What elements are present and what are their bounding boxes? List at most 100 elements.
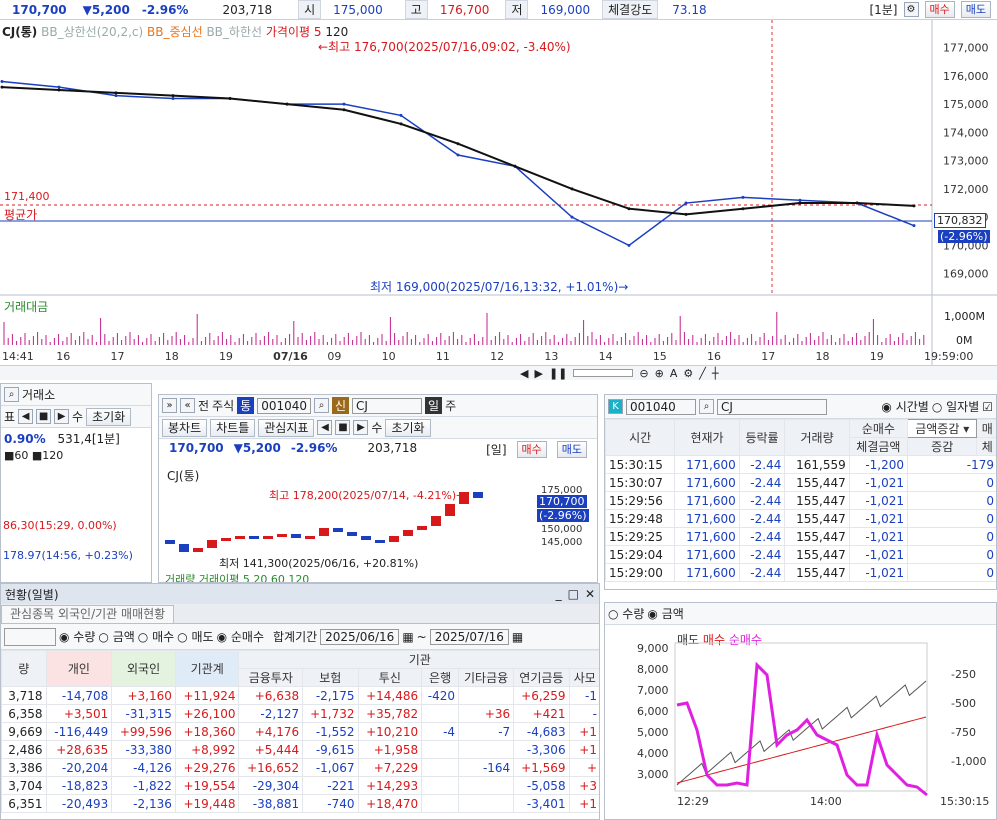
stop-icon[interactable]: ■ — [36, 409, 52, 424]
right-code-input[interactable]: 001040 — [626, 398, 696, 415]
mid-tb-stock[interactable]: 주식 — [212, 397, 234, 414]
table-row[interactable]: 15:29:25 171,600 -2.44 155,447 -1,021 0 — [605, 527, 996, 546]
mid-sell-button[interactable]: 매도 — [556, 441, 587, 458]
maximize-icon[interactable]: □ — [568, 587, 579, 601]
series-point — [741, 195, 745, 199]
mid-name[interactable]: CJ — [352, 397, 423, 414]
table-row[interactable]: 3,386 -20,204 -4,126 +29,276 +16,652 -1,067 +7… — [1, 758, 599, 777]
cross-tool-icon[interactable]: ┼ — [712, 367, 719, 380]
table-row[interactable]: 15:30:07 171,600 -2.44 155,447 -1,021 0 — [605, 473, 996, 492]
candle — [403, 530, 413, 536]
table-row[interactable]: 3,704 -18,823 -1,822 +19,554 -29,304 -221 +14,… — [1, 776, 599, 795]
table-row[interactable]: 15:29:56 171,600 -2.44 155,447 -1,021 0 — [605, 491, 996, 510]
stop-icon[interactable]: ■ — [335, 420, 351, 435]
mid-tb-num[interactable]: 수 — [371, 419, 382, 436]
next-icon[interactable]: ▶ — [54, 409, 70, 424]
table-row[interactable]: 15:29:00 171,600 -2.44 155,447 -1,021 0 — [605, 563, 996, 582]
legend-bb-upper[interactable]: BB_상한선(20,2,c) — [41, 25, 143, 39]
radio-time[interactable]: ◉ 시간별 — [881, 398, 928, 415]
left-chart-panel[interactable]: ⌕ 거래소 표 ◀ ■ ▶ 수 초기화 0.90% 531,4[1분] ■60 ■120 8… — [0, 383, 152, 583]
legend-ma-120[interactable]: 120 — [325, 25, 348, 39]
gear-icon[interactable]: ⚙ — [903, 2, 919, 17]
radio-qty[interactable]: ○ 수량 — [608, 605, 644, 622]
indicator-button[interactable]: 관심지표 — [258, 418, 315, 437]
date-from[interactable]: 2025/06/16 — [320, 628, 400, 645]
radio-sell[interactable]: ○ 매도 — [177, 628, 213, 645]
mid-tb-tong[interactable]: 통 — [237, 397, 255, 414]
bottom-code-input[interactable] — [4, 627, 56, 646]
chart-frame-button[interactable]: 차트틀 — [210, 418, 256, 437]
search-icon[interactable]: ⌕ — [4, 387, 19, 402]
table-cell: - — [568, 704, 599, 723]
pause-icon[interactable]: ❚❚ — [549, 367, 567, 380]
radio-amt[interactable]: ◉ 금액 — [647, 605, 683, 622]
intraday-chart[interactable]: 177,000 176,000 175,000 174,000 173,000 172,0… — [0, 20, 997, 380]
table-row[interactable]: 3,718 -14,708 +3,160 +11,924 +6,638 -2,175 +14… — [1, 686, 599, 705]
mid-buy-button[interactable]: 매수 — [516, 441, 547, 458]
mid-reset-button[interactable]: 초기화 — [385, 418, 431, 437]
candle-button[interactable]: 봉차트 — [162, 418, 208, 437]
k-icon[interactable]: K — [608, 399, 623, 414]
left-reset-button[interactable]: 초기화 — [86, 407, 132, 426]
day-button[interactable]: 일 — [425, 397, 443, 414]
text-tool-icon[interactable]: A — [670, 367, 678, 380]
settings-icon[interactable]: ⚙ — [683, 367, 693, 380]
table-row[interactable]: 9,669 -116,449 +99,596 +18,360 +4,176 -1,552 +… — [1, 722, 599, 741]
table-cell: -740 — [302, 794, 359, 813]
legend-bb-mid[interactable]: BB_중심선 — [147, 25, 203, 39]
expand-icon[interactable]: » — [162, 398, 177, 413]
legend-ma[interactable]: 가격이평 5 — [266, 25, 322, 39]
table-row[interactable]: 2,486 +28,635 -33,380 +8,992 +5,444 -9,615 +1,… — [1, 740, 599, 759]
calendar-icon[interactable]: ▦ — [402, 630, 413, 644]
prev-icon[interactable]: ◀ — [18, 409, 34, 424]
table-row[interactable]: 6,351 -20,493 -2,136 +19,448 -38,881 -740 +18,… — [1, 794, 599, 813]
radio-qty2[interactable]: ◉ 수량 — [59, 628, 95, 645]
legend-bb-lower[interactable]: BB_하한선 — [206, 25, 262, 39]
zoom-out-icon[interactable]: ⊖ — [639, 367, 648, 380]
table-row[interactable]: 15:30:15 171,600 -2.44 161,559 -1,200 -179 — [605, 455, 996, 474]
flow-chart-panel[interactable]: ○ 수량 ◉ 금액 매도 매수 순매수 9,000 8,000 7,000 6,000… — [604, 602, 997, 820]
search-icon[interactable]: ⌕ — [699, 399, 714, 414]
calendar-icon[interactable]: ▦ — [512, 630, 523, 644]
radio-net[interactable]: ◉ 순매수 — [217, 628, 264, 645]
checkbox-icon[interactable]: ☑ — [982, 400, 993, 414]
flow-y-right: -1,000 — [951, 755, 986, 768]
daily-chart-panel[interactable]: » « 전 주식 통 001040 ⌕ 신 CJ 일 주 봉차트 차트틀 관심지표… — [158, 394, 598, 583]
close-icon[interactable]: ✕ — [585, 587, 595, 601]
week-button[interactable]: 주 — [445, 397, 456, 414]
prev-icon[interactable]: ◀ — [317, 420, 333, 435]
buy-button[interactable]: 매수 — [924, 1, 955, 18]
table-cell: +6,638 — [238, 686, 304, 705]
y-tick-label: 176,000 — [943, 70, 989, 83]
tick-table-panel[interactable]: K 001040 ⌕ CJ ◉ 시간별 ○ 일자별 ☑ 시간 현재가 등락률 거… — [604, 394, 997, 590]
radio-date[interactable]: ○ 일자별 — [932, 398, 979, 415]
date-to[interactable]: 2025/07/16 — [429, 628, 509, 645]
sell-button[interactable]: 매도 — [960, 1, 991, 18]
scroll-left-icon[interactable]: ◀ — [520, 367, 528, 380]
radio-amt2[interactable]: ○ 금액 — [98, 628, 134, 645]
mid-tb-all[interactable]: 전 — [198, 397, 209, 414]
radio-buy[interactable]: ○ 매수 — [138, 628, 174, 645]
table-row[interactable]: 6,358 +3,501 -31,315 +26,100 -2,127 +1,732 +35… — [1, 704, 599, 723]
zoom-in-icon[interactable]: ⊕ — [655, 367, 664, 380]
chart-scroll-toolbar[interactable]: ◀ ▶ ❚❚ ⊖ ⊕ A ⚙ ╱ ┼ — [0, 365, 997, 380]
play-icon[interactable]: ▶ — [534, 367, 542, 380]
left-ma-120: 120 — [42, 449, 64, 462]
left-tb-num[interactable]: 수 — [72, 408, 83, 425]
zoom-slider[interactable] — [573, 369, 634, 377]
collapse-icon[interactable]: « — [180, 398, 195, 413]
mid-code-input[interactable]: 001040 — [257, 397, 311, 414]
left-tb-table[interactable]: 표 — [4, 408, 15, 425]
right-toolbar: K 001040 ⌕ CJ ◉ 시간별 ○ 일자별 ☑ — [605, 395, 996, 419]
minimize-icon[interactable]: _ — [556, 587, 562, 601]
investor-flow-panel[interactable]: 현황(일별) _ □ ✕ 관심종목 외국인/기관 매매현황 ◉ 수량 ○ 금액 … — [0, 583, 600, 820]
next-icon[interactable]: ▶ — [353, 420, 369, 435]
line-tool-icon[interactable]: ╱ — [699, 367, 706, 380]
table-row[interactable]: 15:29:48 171,600 -2.44 155,447 -1,021 0 — [605, 509, 996, 528]
tab-flow[interactable]: 관심종목 외국인/기관 매매현황 — [1, 605, 175, 623]
search-icon[interactable]: ⌕ — [314, 398, 329, 413]
combo-box[interactable]: 금액증감 ▾ — [906, 419, 978, 438]
table-cell: -2.44 — [738, 455, 786, 474]
table-row[interactable]: 15:29:04 171,600 -2.44 155,447 -1,021 0 — [605, 545, 996, 564]
right-name[interactable]: CJ — [717, 398, 827, 415]
